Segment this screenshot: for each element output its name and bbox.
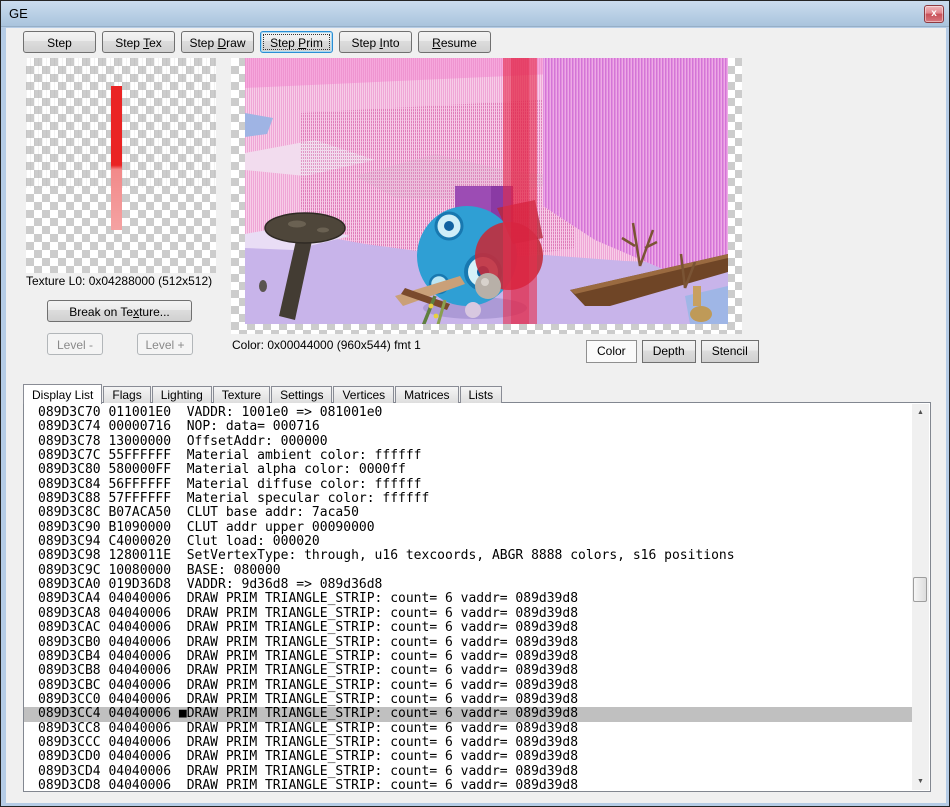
debug-tab-control: Display ListFlagsLightingTextureSettings…	[23, 383, 931, 792]
depth-mode-button[interactable]: Depth	[642, 340, 696, 363]
display-list-row[interactable]: 089D3CD0 04040006 DRAW PRIM TRIANGLE_STR…	[24, 750, 912, 764]
framebuffer-mode-buttons: ColorDepthStencil	[586, 340, 759, 363]
tab-settings[interactable]: Settings	[271, 386, 332, 403]
tab-matrices[interactable]: Matrices	[395, 386, 458, 403]
display-list-row[interactable]: 089D3C74 00000716 NOP: data= 000716	[24, 420, 912, 434]
tab-lighting[interactable]: Lighting	[152, 386, 212, 403]
step-into-button[interactable]: Step Into	[339, 31, 412, 53]
tab-vertices[interactable]: Vertices	[333, 386, 394, 403]
scene-small-figure	[259, 280, 267, 292]
step-draw-button[interactable]: Step Draw	[181, 31, 254, 53]
display-list-row[interactable]: 089D3CD8 04040006 DRAW PRIM TRIANGLE_STR…	[24, 779, 912, 790]
level-plus-button: Level +	[137, 333, 193, 355]
color-mode-button[interactable]: Color	[586, 340, 637, 363]
framebuffer-info-label: Color: 0x00044000 (960x544) fmt 1	[232, 338, 421, 352]
close-icon: x	[931, 8, 937, 19]
scroll-up-icon[interactable]: ▲	[912, 404, 929, 421]
texture-info-label: Texture L0: 0x04288000 (512x512)	[26, 274, 212, 288]
scroll-down-icon[interactable]: ▼	[912, 773, 929, 790]
scrollbar-thumb[interactable]	[913, 577, 927, 602]
client-area: Step Frame Step Tex Step Draw Step Prim …	[6, 28, 946, 803]
display-list-row[interactable]: 089D3C98 1280011E SetVertexType: through…	[24, 549, 912, 563]
display-list-row[interactable]: 089D3CA0 019D36D8 VADDR: 9d36d8 => 089d3…	[24, 578, 912, 592]
display-list-row[interactable]: 089D3CBC 04040006 DRAW PRIM TRIANGLE_STR…	[24, 679, 912, 693]
display-list-row[interactable]: 089D3C84 56FFFFFF Material diffuse color…	[24, 478, 912, 492]
display-list-row[interactable]: 089D3CC8 04040006 DRAW PRIM TRIANGLE_STR…	[24, 722, 912, 736]
display-list-row[interactable]: 089D3CCC 04040006 DRAW PRIM TRIANGLE_STR…	[24, 736, 912, 750]
display-list-row[interactable]: 089D3C90 B1090000 CLUT addr upper 000900…	[24, 521, 912, 535]
display-list-box: 089D3C70 011001E0 VADDR: 1001e0 => 08100…	[23, 402, 931, 792]
display-list-row[interactable]: 089D3C78 13000000 OffsetAddr: 000000	[24, 435, 912, 449]
display-list-row[interactable]: 089D3CD4 04040006 DRAW PRIM TRIANGLE_STR…	[24, 765, 912, 779]
level-minus-button: Level -	[47, 333, 103, 355]
display-list-row[interactable]: 089D3CB0 04040006 DRAW PRIM TRIANGLE_STR…	[24, 636, 912, 650]
step-frame-button[interactable]: Step Frame	[23, 31, 96, 53]
break-on-texture-button[interactable]: Break on Texture...	[47, 300, 192, 322]
display-list-row[interactable]: 089D3CB8 04040006 DRAW PRIM TRIANGLE_STR…	[24, 664, 912, 678]
title-bar: GE x	[1, 1, 949, 27]
tab-flags[interactable]: Flags	[103, 386, 150, 403]
texture-preview[interactable]	[26, 58, 216, 273]
display-list-row[interactable]: 089D3C88 57FFFFFF Material specular colo…	[24, 492, 912, 506]
ge-debugger-window: GE x Step Frame Step Tex Step Draw Step …	[0, 0, 950, 807]
tab-texture[interactable]: Texture	[213, 386, 270, 403]
framebuffer-preview[interactable]	[231, 58, 742, 334]
texture-red-stripe	[111, 86, 122, 230]
display-list-row[interactable]: 089D3C94 C4000020 Clut load: 000020	[24, 535, 912, 549]
display-list-row[interactable]: 089D3CC4 04040006 ■DRAW PRIM TRIANGLE_ST…	[24, 707, 912, 721]
vertical-scrollbar[interactable]: ▲ ▼	[912, 404, 929, 790]
display-list-rows: 089D3C70 011001E0 VADDR: 1001e0 => 08100…	[24, 404, 912, 790]
step-toolbar: Step Frame Step Tex Step Draw Step Prim …	[23, 31, 491, 53]
display-list-row[interactable]: 089D3C80 580000FF Material alpha color: …	[24, 463, 912, 477]
display-list-row[interactable]: 089D3C8C B07ACA50 CLUT base addr: 7aca50	[24, 506, 912, 520]
close-button[interactable]: x	[924, 5, 944, 23]
display-list-row[interactable]: 089D3C9C 10080000 BASE: 080000	[24, 564, 912, 578]
display-list-row[interactable]: 089D3CAC 04040006 DRAW PRIM TRIANGLE_STR…	[24, 621, 912, 635]
display-list-row[interactable]: 089D3C70 011001E0 VADDR: 1001e0 => 08100…	[24, 406, 912, 420]
display-list-row[interactable]: 089D3CC0 04040006 DRAW PRIM TRIANGLE_STR…	[24, 693, 912, 707]
scene-red-stripe	[503, 58, 537, 324]
tab-bar: Display ListFlagsLightingTextureSettings…	[23, 383, 931, 403]
step-prim-button[interactable]: Step Prim	[260, 31, 333, 53]
window-title: GE	[9, 6, 28, 21]
display-list-row[interactable]: 089D3CA4 04040006 DRAW PRIM TRIANGLE_STR…	[24, 592, 912, 606]
display-list-row[interactable]: 089D3C7C 55FFFFFF Material ambient color…	[24, 449, 912, 463]
step-tex-button[interactable]: Step Tex	[102, 31, 175, 53]
tab-display-list[interactable]: Display List	[23, 384, 102, 404]
display-list-row[interactable]: 089D3CB4 04040006 DRAW PRIM TRIANGLE_STR…	[24, 650, 912, 664]
resume-button[interactable]: Resume	[418, 31, 491, 53]
display-list-row[interactable]: 089D3CA8 04040006 DRAW PRIM TRIANGLE_STR…	[24, 607, 912, 621]
tab-lists[interactable]: Lists	[460, 386, 503, 403]
stencil-mode-button[interactable]: Stencil	[701, 340, 759, 363]
framebuffer-scene	[245, 58, 728, 324]
